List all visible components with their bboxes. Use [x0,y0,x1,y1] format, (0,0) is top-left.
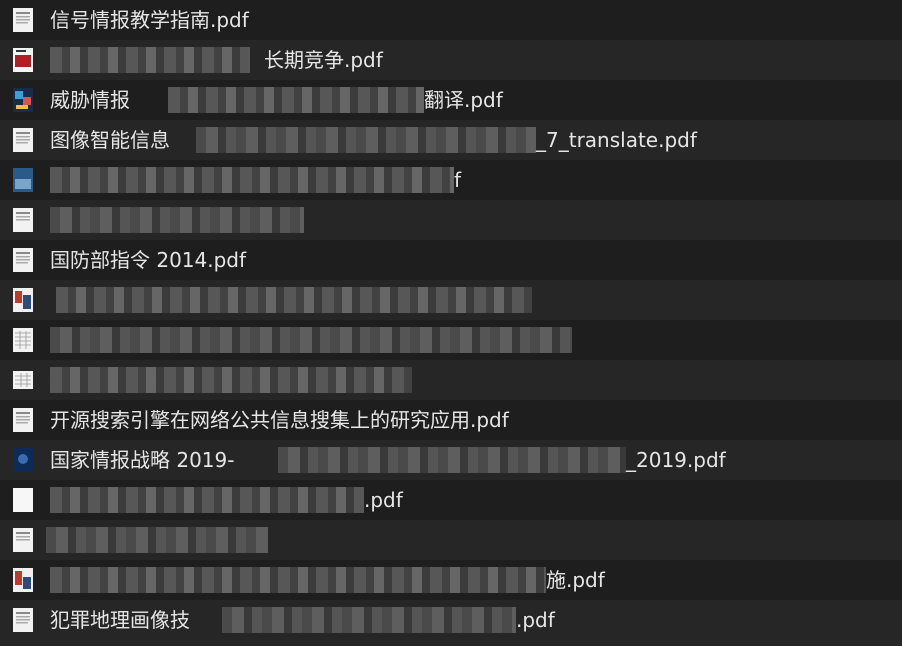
file-row[interactable]: 威胁情报 翻译.pdf [0,80,902,120]
document-thumbnail-icon [13,208,33,232]
file-name-suffix: 施.pdf [546,568,605,592]
redacted-text [50,567,546,593]
table-thumbnail-icon [13,328,33,352]
file-row[interactable]: 开源搜索引擎在网络公共信息搜集上的研究应用.pdf [0,400,902,440]
document-thumbnail-icon [13,8,33,32]
file-name: 国家情报战略 2019- [50,448,235,472]
redacted-text [168,87,424,113]
redacted-text [46,527,268,553]
file-row[interactable]: 图像智能信息 _7_translate.pdf [0,120,902,160]
red-cover-thumbnail-icon [13,48,33,72]
file-list: 信号情报教学指南.pdf 长期竞争.pdf 威胁情报 翻译.pdf 图像智能信息… [0,0,902,646]
red-blue-cover-thumbnail-icon [13,288,33,312]
redacted-text [50,167,454,193]
file-row[interactable] [0,360,902,400]
redacted-text [50,207,304,233]
document-thumbnail-icon [13,248,33,272]
file-row[interactable]: 施.pdf [0,560,902,600]
colorful-cover-thumbnail-icon [13,88,33,112]
file-name-suffix: 翻译.pdf [424,88,503,112]
redacted-text [50,47,250,73]
redacted-text [196,127,536,153]
file-row[interactable] [0,520,902,560]
document-thumbnail-icon [13,128,33,152]
file-name: 犯罪地理画像技 [50,608,190,632]
file-name-suffix: .pdf [516,608,555,632]
navy-cover-thumbnail-icon [13,448,33,472]
file-row[interactable]: f [0,160,902,200]
file-name: 长期竞争.pdf [264,48,383,72]
redacted-text [222,607,516,633]
table-thumbnail-icon [13,371,33,389]
document-thumbnail-icon [13,528,33,552]
file-row[interactable] [0,280,902,320]
redacted-text [50,367,412,393]
file-name: 开源搜索引擎在网络公共信息搜集上的研究应用.pdf [50,408,509,432]
redacted-text [278,447,626,473]
redacted-text [50,327,572,353]
file-name-suffix: _2019.pdf [626,448,726,472]
file-row[interactable] [0,320,902,360]
red-blue-cover-thumbnail-icon [13,568,33,592]
file-row[interactable]: 国家情报战略 2019- _2019.pdf [0,440,902,480]
file-name-suffix: f [454,168,462,192]
file-name: 信号情报教学指南.pdf [50,8,249,32]
file-row[interactable] [0,200,902,240]
file-row[interactable]: 犯罪地理画像技 .pdf [0,600,902,646]
document-thumbnail-icon [13,408,33,432]
file-row[interactable]: 国防部指令 2014.pdf [0,240,902,280]
file-name-suffix: _7_translate.pdf [536,128,697,152]
redacted-text [50,487,364,513]
file-row[interactable]: .pdf [0,480,902,520]
redacted-text [56,287,532,313]
blank-thumbnail-icon [13,488,33,512]
file-row[interactable]: 长期竞争.pdf [0,40,902,80]
file-row[interactable]: 信号情报教学指南.pdf [0,0,902,40]
blue-cover-thumbnail-icon [13,168,33,192]
file-name-suffix: .pdf [364,488,403,512]
file-name: 图像智能信息 [50,128,170,152]
document-thumbnail-icon [13,608,33,632]
file-name: 威胁情报 [50,88,130,112]
file-name: 国防部指令 2014.pdf [50,248,247,272]
